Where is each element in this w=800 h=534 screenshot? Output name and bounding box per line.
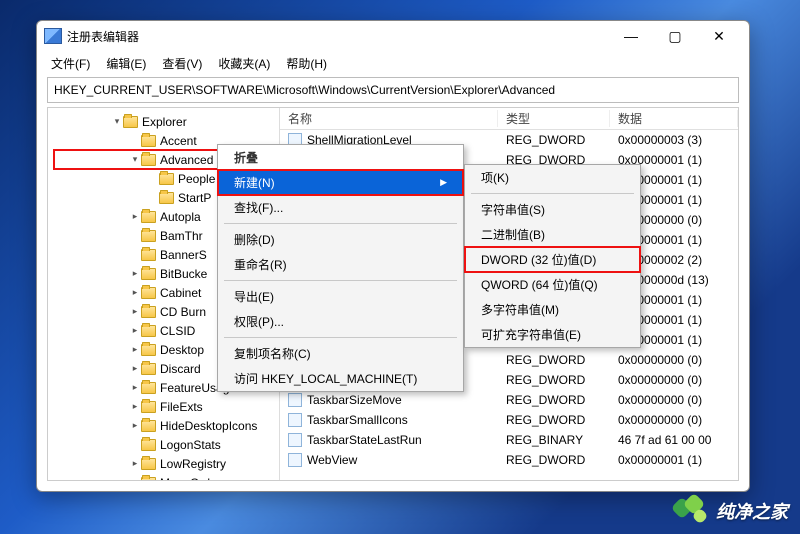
sub-expandstring[interactable]: 可扩充字符串值(E) xyxy=(465,322,640,347)
col-header-type[interactable]: 类型 xyxy=(498,110,610,127)
watermark: 纯净之家 xyxy=(674,496,788,526)
value-type: REG_DWORD xyxy=(498,453,610,467)
folder-icon xyxy=(141,382,156,394)
tree-node-explorer[interactable]: ▾Explorer xyxy=(54,112,279,131)
value-name: TaskbarSmallIcons xyxy=(307,413,408,427)
tree-node-menuorder[interactable]: ▸MenuOrder xyxy=(54,473,279,480)
folder-icon xyxy=(141,401,156,413)
value-row[interactable]: TaskbarStateLastRun REG_BINARY46 7f ad 61… xyxy=(280,430,738,450)
maximize-button[interactable]: ▢ xyxy=(653,21,697,51)
separator xyxy=(471,193,634,194)
value-name: WebView xyxy=(307,453,357,467)
ctx-find[interactable]: 查找(F)... xyxy=(218,195,463,220)
tree-node-logonstats[interactable]: LogonStats xyxy=(54,435,279,454)
folder-icon xyxy=(141,477,156,481)
value-row[interactable]: TaskbarSizeMove REG_DWORD0x00000000 (0) xyxy=(280,390,738,410)
folder-icon xyxy=(141,154,156,166)
value-type: REG_DWORD xyxy=(498,353,610,367)
tree-node-lowregistry[interactable]: ▸LowRegistry xyxy=(54,454,279,473)
value-data: 0x00000003 (3) xyxy=(610,133,738,147)
context-submenu-new: 项(K) 字符串值(S) 二进制值(B) DWORD (32 位)值(D) QW… xyxy=(464,164,641,348)
minimize-button[interactable]: — xyxy=(609,21,653,51)
menubar: 文件(F) 编辑(E) 查看(V) 收藏夹(A) 帮助(H) xyxy=(37,51,749,75)
menu-file[interactable]: 文件(F) xyxy=(45,53,96,74)
folder-icon xyxy=(141,306,156,318)
folder-icon xyxy=(141,249,156,261)
value-data: 0x00000000 (0) xyxy=(610,373,738,387)
value-type: REG_DWORD xyxy=(498,393,610,407)
separator xyxy=(224,337,457,338)
value-data: 0x00000000 (0) xyxy=(610,353,738,367)
ctx-header-collapse[interactable]: 折叠 xyxy=(218,145,463,170)
col-header-data[interactable]: 数据 xyxy=(610,110,738,127)
ctx-export[interactable]: 导出(E) xyxy=(218,284,463,309)
value-data: 0x00000000 (0) xyxy=(610,413,738,427)
value-name: TaskbarSizeMove xyxy=(307,393,402,407)
value-icon xyxy=(288,433,302,447)
sub-binary[interactable]: 二进制值(B) xyxy=(465,222,640,247)
watermark-text: 纯净之家 xyxy=(716,498,788,524)
close-button[interactable]: ✕ xyxy=(697,21,741,51)
submenu-arrow-icon: ▶ xyxy=(416,177,447,188)
value-data: 0x00000000 (0) xyxy=(610,393,738,407)
folder-icon xyxy=(141,344,156,356)
folder-icon xyxy=(141,268,156,280)
sub-multistring[interactable]: 多字符串值(M) xyxy=(465,297,640,322)
value-type: REG_DWORD xyxy=(498,413,610,427)
value-type: REG_DWORD xyxy=(498,373,610,387)
window-title: 注册表编辑器 xyxy=(67,28,609,45)
watermark-logo-icon xyxy=(674,496,710,526)
sub-qword[interactable]: QWORD (64 位)值(Q) xyxy=(465,272,640,297)
context-menu: 折叠 新建(N)▶ 查找(F)... 删除(D) 重命名(R) 导出(E) 权限… xyxy=(217,144,464,392)
folder-icon xyxy=(141,458,156,470)
folder-icon xyxy=(159,192,174,204)
folder-icon xyxy=(141,211,156,223)
ctx-rename[interactable]: 重命名(R) xyxy=(218,252,463,277)
value-row[interactable]: TaskbarSmallIcons REG_DWORD0x00000000 (0) xyxy=(280,410,738,430)
folder-icon xyxy=(141,135,156,147)
tree-node-hidedesktopicons[interactable]: ▸HideDesktopIcons xyxy=(54,416,279,435)
value-icon xyxy=(288,413,302,427)
folder-icon xyxy=(141,325,156,337)
folder-icon xyxy=(159,173,174,185)
folder-icon xyxy=(141,420,156,432)
sub-key[interactable]: 项(K) xyxy=(465,165,640,190)
folder-icon xyxy=(141,287,156,299)
value-data: 0x00000001 (1) xyxy=(610,453,738,467)
ctx-goto-hklm[interactable]: 访问 HKEY_LOCAL_MACHINE(T) xyxy=(218,366,463,391)
sub-string[interactable]: 字符串值(S) xyxy=(465,197,640,222)
menu-view[interactable]: 查看(V) xyxy=(156,53,208,74)
folder-icon xyxy=(141,230,156,242)
menu-favorites[interactable]: 收藏夹(A) xyxy=(212,53,276,74)
regedit-icon xyxy=(45,29,61,43)
folder-icon xyxy=(123,116,138,128)
value-row[interactable]: WebView REG_DWORD0x00000001 (1) xyxy=(280,450,738,470)
menu-edit[interactable]: 编辑(E) xyxy=(100,53,152,74)
col-header-name[interactable]: 名称 xyxy=(280,110,498,127)
menu-help[interactable]: 帮助(H) xyxy=(280,53,333,74)
separator xyxy=(224,223,457,224)
ctx-copykeyname[interactable]: 复制项名称(C) xyxy=(218,341,463,366)
value-type: REG_BINARY xyxy=(498,433,610,447)
value-icon xyxy=(288,393,302,407)
ctx-delete[interactable]: 删除(D) xyxy=(218,227,463,252)
value-name: TaskbarStateLastRun xyxy=(307,433,422,447)
titlebar[interactable]: 注册表编辑器 — ▢ ✕ xyxy=(37,21,749,51)
address-bar[interactable]: HKEY_CURRENT_USER\SOFTWARE\Microsoft\Win… xyxy=(47,77,739,103)
ctx-new[interactable]: 新建(N)▶ xyxy=(218,170,463,195)
values-header[interactable]: 名称 类型 数据 xyxy=(280,108,738,130)
folder-icon xyxy=(141,363,156,375)
value-type: REG_DWORD xyxy=(498,133,610,147)
folder-icon xyxy=(141,439,156,451)
value-data: 46 7f ad 61 00 00 xyxy=(610,433,738,447)
address-text: HKEY_CURRENT_USER\SOFTWARE\Microsoft\Win… xyxy=(54,83,555,97)
sub-dword[interactable]: DWORD (32 位)值(D) xyxy=(465,247,640,272)
separator xyxy=(224,280,457,281)
ctx-permissions[interactable]: 权限(P)... xyxy=(218,309,463,334)
tree-node-fileexts[interactable]: ▸FileExts xyxy=(54,397,279,416)
value-icon xyxy=(288,453,302,467)
